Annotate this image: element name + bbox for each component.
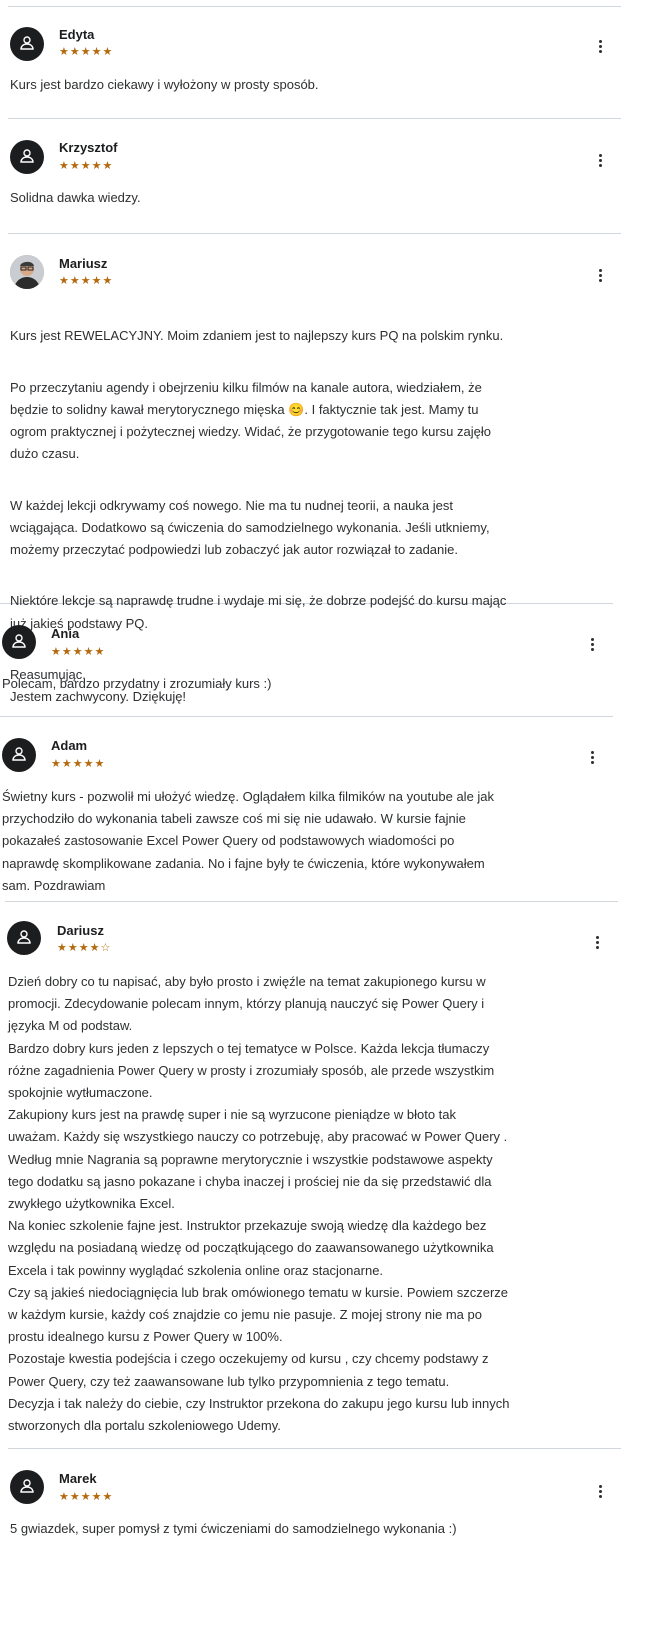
more-vertical-icon[interactable] [589, 638, 595, 654]
reviewer-name: Krzysztof [59, 140, 118, 155]
review-item: Marek ★★★★★ 5 gwiazdek, super pomysł z t… [0, 1448, 655, 1635]
user-icon [12, 747, 26, 761]
reviewer-name: Edyta [59, 27, 95, 42]
review-item: Krzysztof ★★★★★ Solidna dawka wiedzy. [0, 118, 655, 233]
review-item: Mariusz ★★★★★ Kurs jest REWELACYJNY. Moi… [0, 233, 655, 704]
avatar [2, 625, 36, 659]
star-icon: ★★★★★ [59, 275, 114, 287]
review-paragraph: W każdej lekcji odkrywamy coś nowego. Ni… [10, 497, 490, 558]
review-paragraph: Kurs jest REWELACYJNY. Moim zdaniem jest… [10, 328, 504, 344]
review-text: Solidna dawka wiedzy. [10, 190, 141, 205]
reviewer-name: Adam [51, 738, 88, 753]
reviewer-name: Dariusz [57, 923, 104, 938]
reviewer-name: Ania [51, 626, 80, 641]
review-item: Ania ★★★★★ Polecam, bardzo przydatny i z… [0, 603, 655, 716]
avatar [10, 140, 44, 174]
review-text: 5 gwiazdek, super pomysł z tymi ćwiczeni… [10, 1521, 457, 1536]
more-vertical-icon[interactable] [589, 751, 595, 767]
reviewer-name: Mariusz [59, 256, 108, 271]
more-vertical-icon[interactable] [597, 1485, 603, 1501]
star-icon: ★★★★★ [59, 1491, 114, 1503]
star-icon: ★★★★ [57, 942, 101, 954]
star-rating: ★★★★☆ [57, 943, 111, 954]
review-item: Adam ★★★★★ Świetny kurs - pozwolił mi uł… [0, 716, 655, 901]
star-rating: ★★★★★ [59, 161, 113, 172]
star-rating: ★★★★★ [51, 759, 105, 770]
user-icon [20, 149, 34, 163]
star-rating: ★★★★★ [59, 1492, 113, 1503]
reviewer-name: Marek [59, 1471, 97, 1486]
review-paragraph: Po przeczytaniu agendy i obejrzeniu kilk… [10, 379, 491, 462]
avatar [2, 738, 36, 772]
more-vertical-icon[interactable] [597, 40, 603, 56]
avatar [10, 1470, 44, 1504]
star-icon: ★★★★★ [59, 46, 114, 58]
star-icon: ★★★★★ [51, 758, 106, 770]
more-vertical-icon[interactable] [597, 154, 603, 170]
user-icon [12, 634, 26, 648]
user-icon [17, 930, 31, 944]
user-icon [20, 36, 34, 50]
review-text: Dzień dobry co tu napisać, aby było pros… [8, 974, 510, 1434]
review-text: Polecam, bardzo przydatny i zrozumiały k… [2, 676, 272, 691]
star-rating: ★★★★★ [59, 47, 113, 58]
star-icon: ★★★★★ [59, 160, 114, 172]
star-icon: ★★★★★ [51, 646, 106, 658]
star-rating: ★★★★★ [59, 276, 113, 287]
review-item: Edyta ★★★★★ Kurs jest bardzo ciekawy i w… [0, 0, 655, 118]
profile-photo [10, 255, 44, 289]
avatar [10, 255, 44, 289]
more-vertical-icon[interactable] [597, 269, 603, 285]
review-text: Świetny kurs - pozwolił mi ułożyć wiedzę… [2, 789, 495, 893]
star-rating: ★★★★★ [51, 647, 105, 658]
more-vertical-icon[interactable] [594, 936, 600, 952]
avatar [10, 27, 44, 61]
review-text: Kurs jest bardzo ciekawy i wyłożony w pr… [10, 77, 319, 92]
star-empty-icon: ☆ [100, 942, 112, 954]
user-icon [20, 1479, 34, 1493]
avatar [7, 921, 41, 955]
review-item: Dariusz ★★★★☆ Dzień dobry co tu napisać,… [0, 901, 655, 1448]
